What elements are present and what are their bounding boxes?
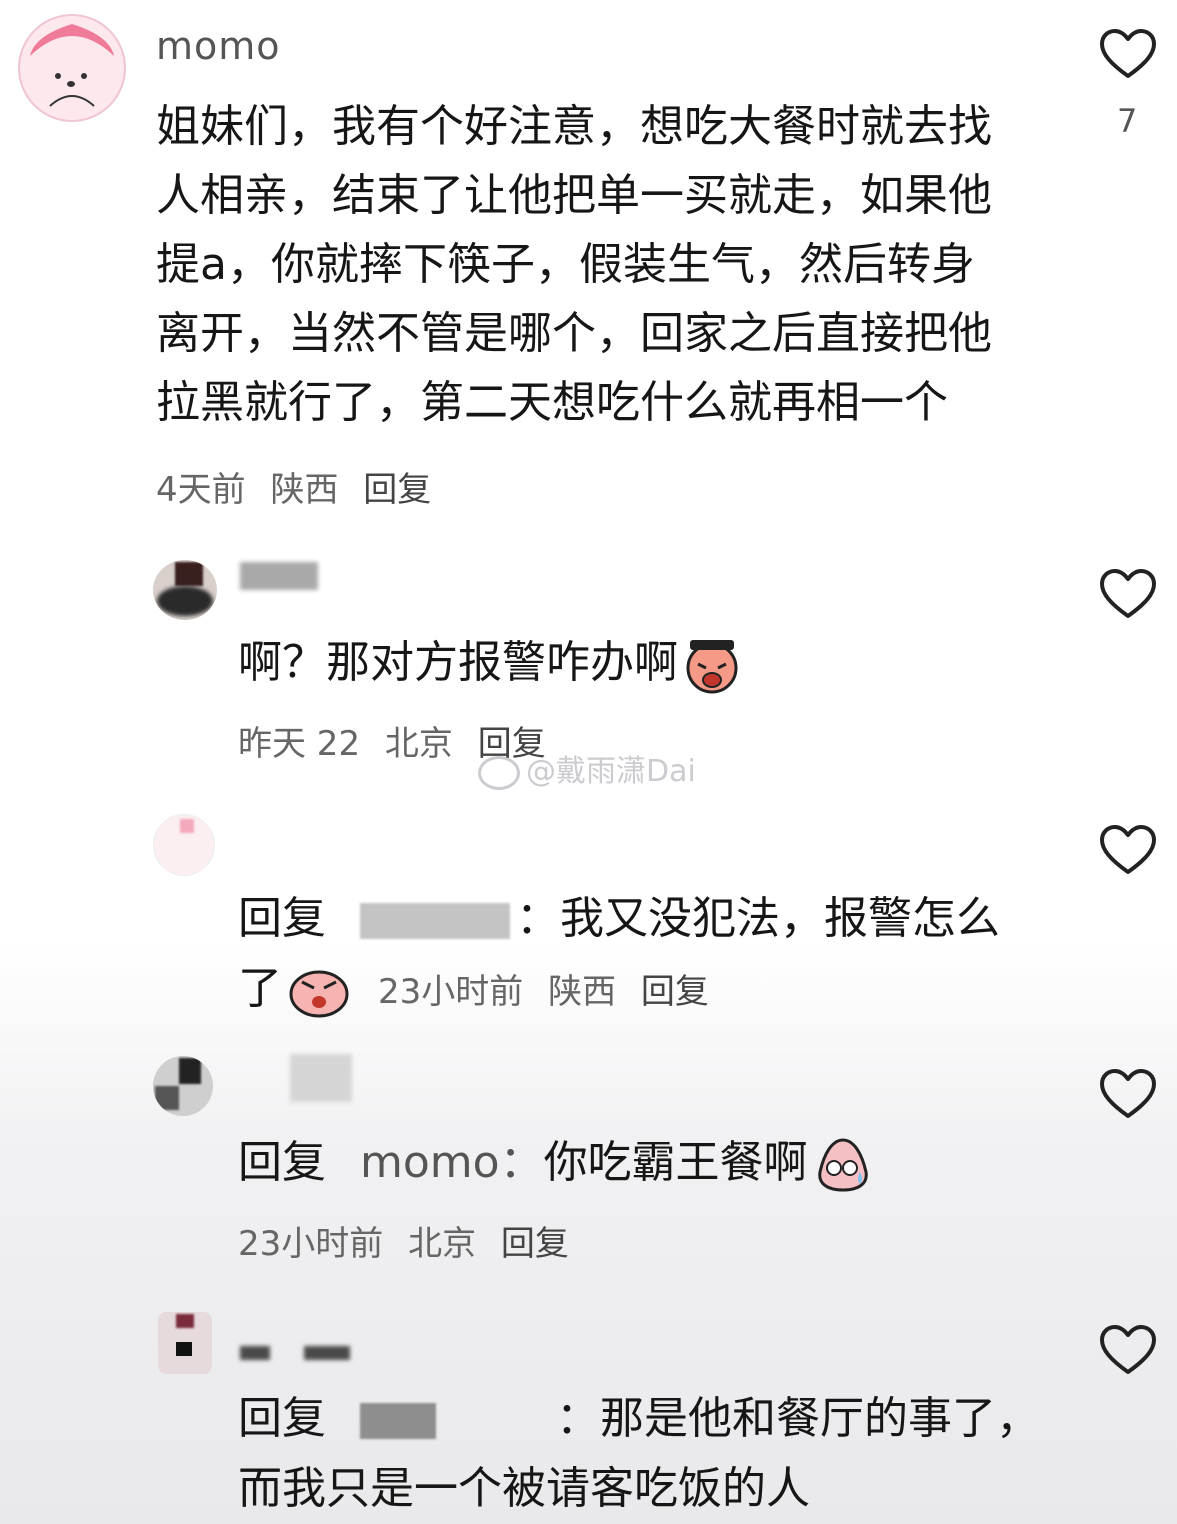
avatar-face-icon bbox=[30, 24, 114, 107]
comment-author[interactable]: momo bbox=[156, 24, 281, 68]
comment-time: 23小时前 bbox=[378, 972, 524, 1012]
comment-text-line: 拉黑就行了，第二天想吃什么就再相一个 bbox=[156, 377, 948, 428]
avatar[interactable] bbox=[153, 1056, 213, 1116]
comment-location: 陕西 bbox=[270, 470, 339, 510]
comment-time: 4天前 bbox=[156, 470, 246, 510]
blurred-username bbox=[304, 1346, 350, 1360]
comment-meta: 4天前 陕西 回复 bbox=[156, 462, 445, 511]
blurred-mention bbox=[360, 1403, 436, 1439]
blurred-username bbox=[240, 1346, 270, 1360]
avatar[interactable] bbox=[153, 560, 217, 620]
blurred-username bbox=[290, 1054, 352, 1102]
comment-text-line: 姐妹们，我有个好注意，想吃大餐时就去找 bbox=[156, 101, 992, 152]
like-heart-icon[interactable] bbox=[1099, 568, 1157, 620]
reply-button[interactable]: 回复 bbox=[363, 470, 431, 510]
comment-time: 昨天 22 bbox=[238, 724, 361, 764]
avatar[interactable] bbox=[158, 1312, 212, 1374]
comment-meta: 23小时前 北京 回复 bbox=[238, 1216, 583, 1265]
crying-face-icon bbox=[686, 640, 738, 694]
comment-text-line: 而我只是一个被请客吃饭的人 bbox=[238, 1463, 810, 1514]
mention[interactable]: momo： bbox=[360, 1137, 544, 1188]
comment-text-line: 离开，当然不管是哪个，回家之后直接把他 bbox=[156, 308, 992, 359]
reply-button[interactable]: 回复 bbox=[641, 972, 709, 1012]
weibo-icon bbox=[478, 755, 520, 790]
sweat-face-icon bbox=[817, 1138, 868, 1192]
comment-location: 北京 bbox=[408, 1224, 477, 1264]
like-heart-icon[interactable] bbox=[1099, 1068, 1157, 1120]
comment-text: 啊？那对方报警咋办啊 bbox=[238, 628, 740, 697]
comment-time: 23小时前 bbox=[238, 1224, 384, 1264]
angry-face-icon bbox=[289, 970, 349, 1018]
avatar[interactable] bbox=[18, 14, 126, 122]
blurred-mention bbox=[360, 903, 510, 939]
comment-body: 姐妹们，我有个好注意，想吃大餐时就去找 人相亲，结束了让他把单一买就走，如果他 … bbox=[156, 92, 1036, 437]
blurred-username bbox=[240, 562, 318, 590]
like-count: 7 bbox=[1117, 102, 1138, 140]
comment-text-line: 了 23小时前 陕西 回复 bbox=[238, 954, 723, 1027]
like-heart-icon[interactable] bbox=[1099, 824, 1157, 876]
watermark: @戴雨潇Dai bbox=[478, 746, 696, 790]
comment-location: 陕西 bbox=[548, 972, 617, 1012]
comment-text-line: 人相亲，结束了让他把单一买就走，如果他 bbox=[156, 170, 992, 221]
comment-text: 回复 ：我又没犯法，报警怎么 bbox=[238, 893, 1000, 944]
comment-text-line: 提a，你就摔下筷子，假装生气，然后转身 bbox=[156, 239, 975, 290]
comment-text: 回复 momo：你吃霸王餐啊 bbox=[238, 1128, 872, 1197]
avatar[interactable] bbox=[153, 814, 215, 876]
like-heart-icon[interactable] bbox=[1099, 28, 1157, 80]
comment-location: 北京 bbox=[384, 724, 453, 764]
like-heart-icon[interactable] bbox=[1099, 1324, 1157, 1376]
comment-text: 回复 ：那是他和餐厅的事了， bbox=[238, 1393, 1040, 1444]
reply-button[interactable]: 回复 bbox=[501, 1224, 569, 1264]
